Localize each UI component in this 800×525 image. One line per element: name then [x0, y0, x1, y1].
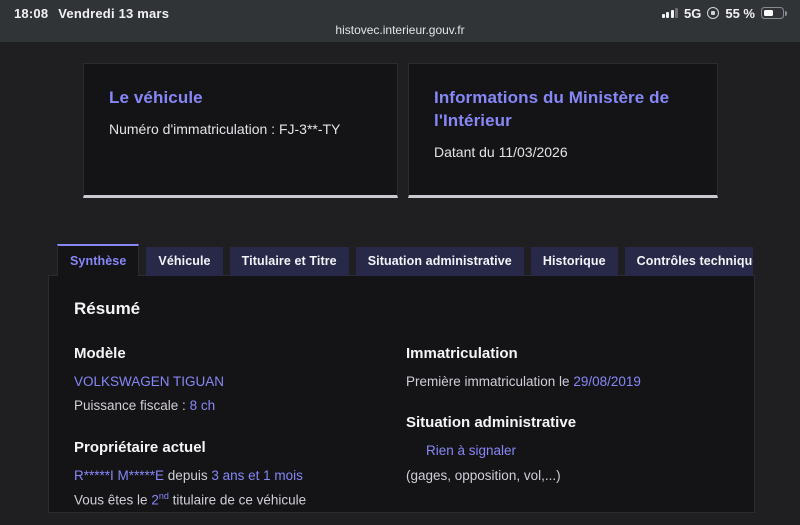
network-type-label: 5G [684, 5, 702, 21]
url-text: histovec.interieur.gouv.fr [335, 23, 465, 37]
vehicle-card: Le véhicule Numéro d'immatriculation : F… [83, 63, 398, 198]
status-bar: 18:08 Vendredi 13 mars 5G 55 % [0, 0, 800, 22]
registration-heading: Immatriculation [406, 345, 518, 362]
owner-name: R*****I M*****E [74, 467, 165, 483]
panel-columns: Modèle VOLKSWAGEN TIGUAN Puissance fisca… [74, 345, 729, 515]
status-left: 18:08 Vendredi 13 mars [14, 6, 169, 21]
tab-vehicule[interactable]: Véhicule [146, 247, 223, 276]
owner-heading: Propriétaire actuel [74, 438, 206, 456]
status-right: 5G 55 % [661, 5, 787, 21]
tab-synthese[interactable]: Synthèse [57, 244, 140, 276]
ministry-card-title: Informations du Ministère de l'Intérieur [434, 88, 670, 130]
holder-ordinal: nd [158, 490, 169, 501]
tab-historique[interactable]: Historique [530, 247, 618, 276]
browser-chrome: 18:08 Vendredi 13 mars 5G 55 % histovec.… [0, 0, 800, 42]
cellular-signal-icon [661, 8, 679, 18]
synthese-panel: Résumé Modèle VOLKSWAGEN TIGUAN Puissanc… [48, 275, 755, 513]
tab-titulaire-et-titre[interactable]: Titulaire et Titre [229, 247, 349, 276]
left-column: Modèle VOLKSWAGEN TIGUAN Puissance fisca… [74, 345, 406, 515]
fiscal-power-label: Puissance fiscale : [74, 398, 190, 414]
admin-status-note: (gages, opposition, vol,...) [406, 467, 561, 483]
ministry-card-date: Datant du 11/03/2026 [434, 143, 568, 160]
ministry-card: Informations du Ministère de l'Intérieur… [408, 63, 718, 198]
first-registration-line: Première immatriculation le 29/08/2019 [406, 374, 641, 389]
battery-fill [763, 9, 774, 17]
battery-icon [761, 7, 787, 19]
admin-status-heading: Situation administrative [406, 414, 577, 432]
date: Vendredi 13 mars [58, 5, 170, 21]
model-name: VOLKSWAGEN TIGUAN [74, 374, 225, 389]
fiscal-power-value: 8 ch [189, 398, 216, 414]
owner-duration: 3 ans et 1 mois [211, 467, 303, 483]
first-registration-date: 29/08/2019 [573, 374, 641, 389]
tab-controles-techniques[interactable]: Contrôles techniques [624, 247, 753, 276]
fiscal-power-line: Puissance fiscale : 8 ch [74, 396, 406, 416]
model-heading: Modèle [74, 345, 126, 362]
tab-situation-administrative[interactable]: Situation administrative [355, 247, 524, 276]
admin-status-value: Rien à signaler [426, 443, 517, 459]
battery-percent-label: 55 % [725, 5, 755, 21]
holder-rank: 2 [151, 492, 159, 508]
orientation-lock-icon [707, 7, 720, 19]
vehicle-card-title: Le véhicule [109, 88, 203, 107]
address-bar[interactable]: histovec.interieur.gouv.fr [0, 22, 800, 40]
vehicle-registration-number: Numéro d'immatriculation : FJ-3**-TY [109, 120, 341, 137]
panel-heading: Résumé [74, 299, 141, 318]
tab-bar: Synthèse Véhicule Titulaire et Titre Sit… [57, 244, 753, 276]
summary-cards: Le véhicule Numéro d'immatriculation : F… [83, 63, 718, 198]
owner-line: R*****I M*****E depuis 3 ans et 1 mois [74, 467, 303, 483]
clock: 18:08 [14, 5, 49, 21]
holder-rank-line: Vous êtes le 2nd titulaire de ce véhicul… [74, 490, 307, 508]
right-column: Immatriculation Première immatriculation… [406, 345, 729, 515]
